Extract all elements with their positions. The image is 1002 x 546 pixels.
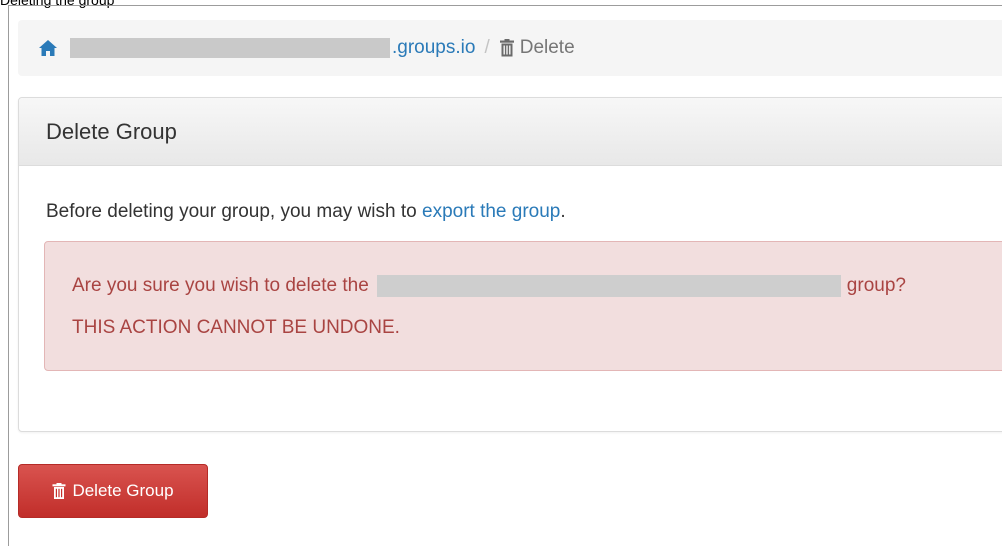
home-icon[interactable] <box>38 38 58 58</box>
panel-intro: Before deleting your group, you may wish… <box>46 201 566 223</box>
breadcrumb-current: Delete <box>519 37 575 58</box>
redacted-group-name <box>70 38 390 58</box>
trash-icon <box>499 39 515 57</box>
alert-prefix: Are you sure you wish to delete the <box>72 275 369 296</box>
delete-group-panel: Delete Group Before deleting your group,… <box>18 97 1002 432</box>
alert-suffix: group? <box>846 275 906 296</box>
redacted-group-name-alert <box>376 275 841 297</box>
alert-line-1: Are you sure you wish to delete the grou… <box>72 275 906 297</box>
panel-title: Delete Group <box>19 98 1002 166</box>
alert-warning: THIS ACTION CANNOT BE UNDONE. <box>72 317 400 338</box>
trash-icon <box>52 483 66 499</box>
delete-button-label: Delete Group <box>72 481 174 500</box>
intro-text: Before deleting your group, you may wish… <box>46 201 417 222</box>
breadcrumb: .groups.io / Delete <box>18 20 1002 76</box>
export-group-link[interactable]: export the group <box>422 201 560 222</box>
danger-alert: Are you sure you wish to delete the grou… <box>44 241 1002 371</box>
breadcrumb-separator: / <box>484 37 490 58</box>
intro-end: . <box>560 201 566 222</box>
delete-group-button[interactable]: Delete Group <box>18 464 208 518</box>
breadcrumb-group-link[interactable]: .groups.io <box>392 37 475 59</box>
